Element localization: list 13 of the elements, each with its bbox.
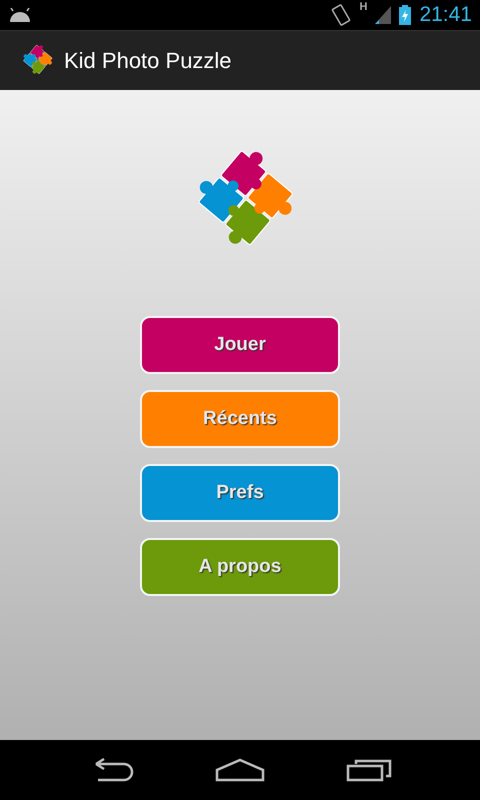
app-title: Kid Photo Puzzle	[64, 47, 232, 75]
recent-apps-icon[interactable]	[346, 758, 392, 782]
home-icon[interactable]	[214, 758, 265, 782]
battery-icon	[399, 5, 412, 25]
signal-icon	[375, 6, 392, 24]
menu-button[interactable]: Prefs	[140, 464, 340, 522]
rotation-icon	[331, 4, 352, 26]
menu-button[interactable]: A propos	[140, 538, 340, 596]
android-icon	[8, 8, 32, 22]
clock: 21:41	[419, 2, 472, 28]
menu-button[interactable]: Jouer	[140, 316, 340, 374]
network-type: H	[359, 0, 368, 16]
menu-button[interactable]: Récents	[140, 390, 340, 448]
